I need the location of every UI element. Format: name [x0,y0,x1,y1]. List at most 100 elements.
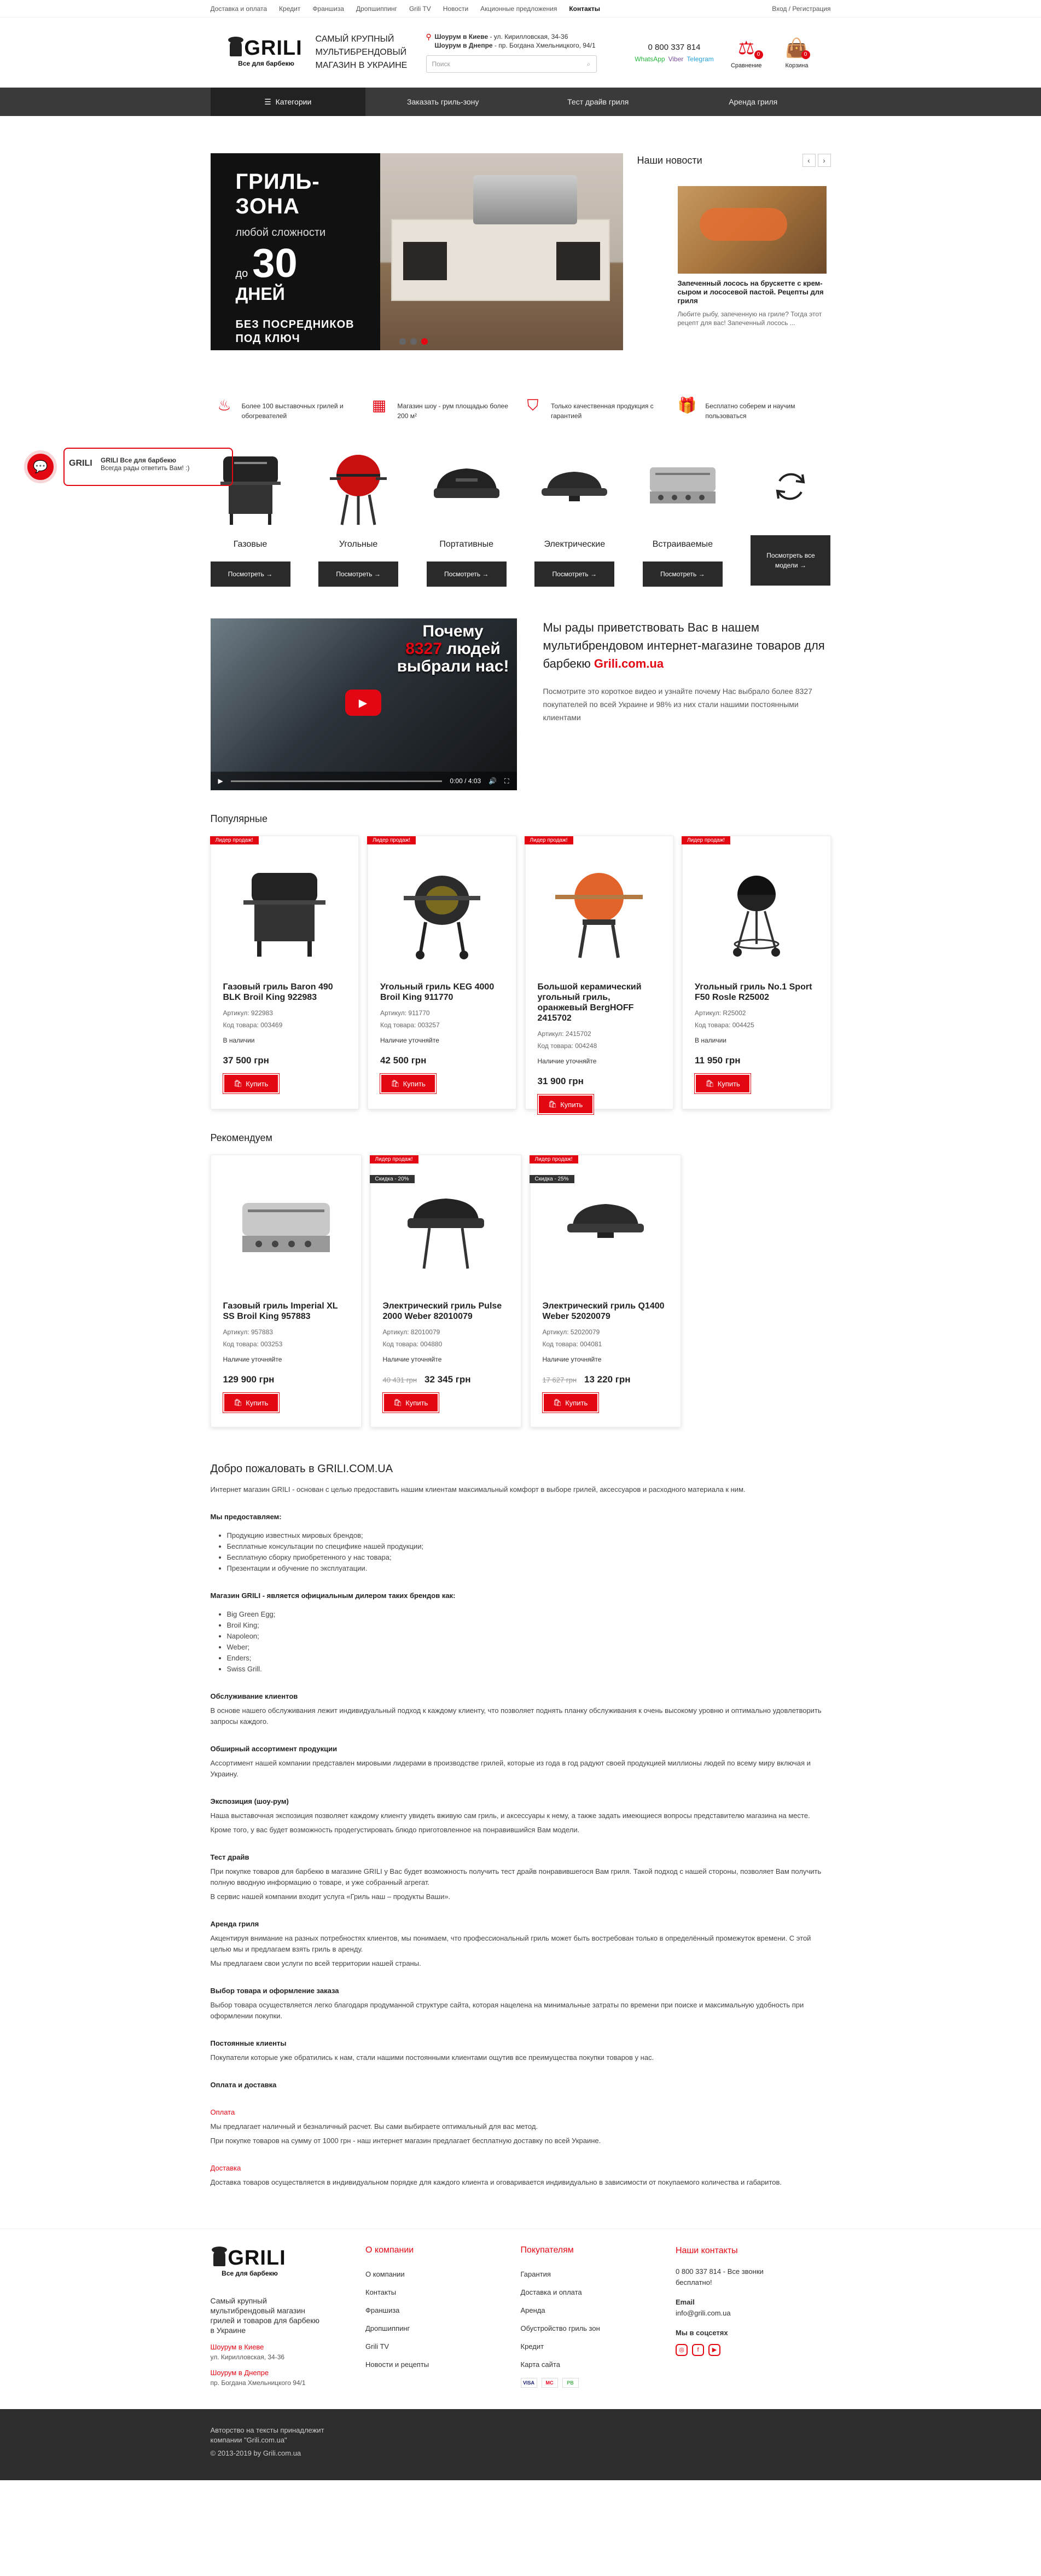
search-icon[interactable]: ⌕ [587,60,591,68]
product-image[interactable] [383,1174,509,1281]
buy-button[interactable]: 🛍 Купить [382,1392,439,1413]
footer-link[interactable]: Контакты [365,2283,521,2301]
buy-button[interactable]: 🛍 Купить [537,1094,594,1115]
product-card[interactable]: Лидер продаж! Газовый гриль Baron 490 BL… [210,836,359,1109]
news-next-arrow-icon[interactable]: › [817,154,831,167]
play-icon[interactable]: ▶ [345,690,381,716]
footer-link[interactable]: Доставка и оплата [521,2283,676,2301]
compare-button[interactable]: ⚖ 0 Сравнение [731,36,763,69]
product-name[interactable]: Газовый гриль Baron 490 BLK Broil King 9… [223,982,347,1003]
view-button[interactable]: Посмотреть → [426,561,507,587]
viber-link[interactable]: Viber [668,55,684,63]
footer-link[interactable]: О компании [365,2265,521,2283]
facebook-icon[interactable]: f [692,2344,704,2356]
buy-button[interactable]: 🛍 Купить [222,1073,280,1094]
product-image[interactable] [538,855,661,962]
view-button[interactable]: Посмотреть → [642,561,723,587]
whatsapp-link[interactable]: WhatsApp [635,55,665,63]
buy-button[interactable]: 🛍 Купить [380,1073,437,1094]
top-link-dropshipping[interactable]: Дропшиппинг [356,5,397,13]
footer-link[interactable]: Франшиза [365,2301,521,2319]
top-link-contacts[interactable]: Контакты [569,5,600,13]
category-electric[interactable]: Электрические Посмотреть → [534,445,615,587]
footer-link[interactable]: Grili TV [365,2337,521,2355]
top-link-tv[interactable]: Grili TV [409,5,431,13]
seo-paragraph: Ассортимент нашей компании представлен м… [210,1759,811,1778]
login-link[interactable]: Вход / Регистрация [772,5,830,13]
category-builtin[interactable]: Встраиваемые Посмотреть → [642,445,723,587]
footer-email[interactable]: info@grili.com.ua [676,2308,831,2319]
nav-rent[interactable]: Аренда гриля [676,88,831,116]
product-image[interactable] [543,1174,668,1281]
footer-logo[interactable]: GRILI Все для барбекю [211,2245,289,2279]
footer-link[interactable]: Карта сайта [521,2355,676,2374]
view-button[interactable]: Посмотреть → [210,561,290,587]
logo[interactable]: GRILI Все для барбекю [227,36,306,70]
telegram-link[interactable]: Telegram [687,55,713,63]
chat-widget[interactable]: 💬 GRILI GRILI Все для барбекю Всегда рад… [24,448,233,486]
footer-link[interactable]: Аренда [521,2301,676,2319]
product-card[interactable]: Лидер продаж! Угольный гриль No.1 Sport … [682,836,831,1109]
nav-grill-zone[interactable]: Заказать гриль-зону [365,88,521,116]
logo-text: GRILI [244,37,303,60]
view-button[interactable]: Посмотреть → [534,561,615,587]
top-link-news[interactable]: Новости [443,5,468,13]
footer-link[interactable]: Кредит [521,2337,676,2355]
youtube-icon[interactable]: ▶ [708,2344,720,2356]
footer-link[interactable]: Новости и рецепты [365,2355,521,2374]
hero-slider[interactable]: ГРИЛЬ-ЗОНА любой сложности до 30 ДНЕЙ БЕЗ… [210,153,623,350]
news-card-title[interactable]: Запеченный лосось на брускетте с крем-сы… [678,279,827,305]
footer-phone[interactable]: 0 800 337 814 - Все звонки [676,2266,831,2277]
footer-dnepr-label: Шоурум в Днепре [210,2369,269,2377]
category-charcoal[interactable]: Угольные Посмотреть → [318,445,399,587]
product-card[interactable]: Лидер продаж! Скидка - 20% Электрический… [369,1155,521,1427]
top-link-promo[interactable]: Акционные предложения [480,5,557,13]
play-small-icon[interactable]: ▶ [218,777,223,785]
top-link-credit[interactable]: Кредит [279,5,300,13]
product-card[interactable]: Лидер продаж! Большой керамический уголь… [524,836,673,1115]
about-brand[interactable]: Grili.com.ua [594,657,664,670]
nav-test-drive[interactable]: Тест драйв гриля [521,88,676,116]
fullscreen-icon[interactable]: ⛶ [504,777,509,785]
nav-categories[interactable]: ☰ Категории [210,88,365,116]
news-card[interactable]: Запеченный лосось на брускетте с крем-сы… [677,186,827,327]
seo-intro: Интернет магазин GRILI - основан с целью… [210,1485,746,1493]
buy-button[interactable]: 🛍 Купить [542,1392,599,1413]
product-card[interactable]: Лидер продаж! Скидка - 25% Электрический… [529,1155,681,1427]
product-name[interactable]: Электрический гриль Pulse 2000 Weber 820… [383,1301,509,1322]
slider-dot-2[interactable] [410,338,417,345]
top-link-franchise[interactable]: Франшиза [312,5,344,13]
top-link-delivery[interactable]: Доставка и оплата [211,5,267,13]
product-name[interactable]: Газовый гриль Imperial XL SS Broil King … [223,1301,349,1322]
product-card[interactable]: Газовый гриль Imperial XL SS Broil King … [210,1155,362,1427]
slider-dot-1[interactable] [399,338,406,345]
footer-link[interactable]: Гарантия [521,2265,676,2283]
product-name[interactable]: Электрический гриль Q1400 Weber 52020079 [543,1301,668,1322]
footer-link[interactable]: Дропшиппинг [365,2319,521,2337]
cart-button[interactable]: 👜 0 Корзина [785,36,810,69]
product-name[interactable]: Угольный гриль No.1 Sport F50 Rosle R250… [695,982,818,1003]
product-image[interactable] [695,855,818,962]
slider-dot-3[interactable] [421,338,428,345]
news-prev-arrow-icon[interactable]: ‹ [802,154,816,167]
video-progress[interactable] [230,780,443,782]
header-phone[interactable]: 0 800 337 814 [631,43,718,52]
instagram-icon[interactable]: ◎ [676,2344,688,2356]
product-image[interactable] [223,1174,349,1281]
video-player[interactable]: Почему 8327 людей выбрали нас! ▶ ▶ 0:00 … [210,618,517,790]
product-name[interactable]: Угольный гриль KEG 4000 Broil King 91177… [380,982,504,1003]
chat-popup[interactable]: GRILI GRILI Все для барбекю Всегда рады … [63,448,233,486]
category-all[interactable]: Посмотреть все модели → [751,445,831,587]
view-button[interactable]: Посмотреть → [318,561,399,587]
search-input[interactable]: Поиск ⌕ [426,55,597,73]
product-card[interactable]: Лидер продаж! Угольный гриль KEG 4000 Br… [367,836,516,1109]
volume-icon[interactable]: 🔊 [488,777,497,785]
product-image[interactable] [223,855,347,962]
footer-link[interactable]: Обустройство гриль зон [521,2319,676,2337]
chat-icon[interactable]: 💬 [24,450,57,483]
product-name[interactable]: Большой керамический угольный гриль, ора… [538,982,661,1023]
buy-button[interactable]: 🛍 Купить [694,1073,751,1094]
buy-button[interactable]: 🛍 Купить [222,1392,280,1413]
product-image[interactable] [380,855,504,962]
category-portable[interactable]: Портативные Посмотреть → [426,445,507,587]
